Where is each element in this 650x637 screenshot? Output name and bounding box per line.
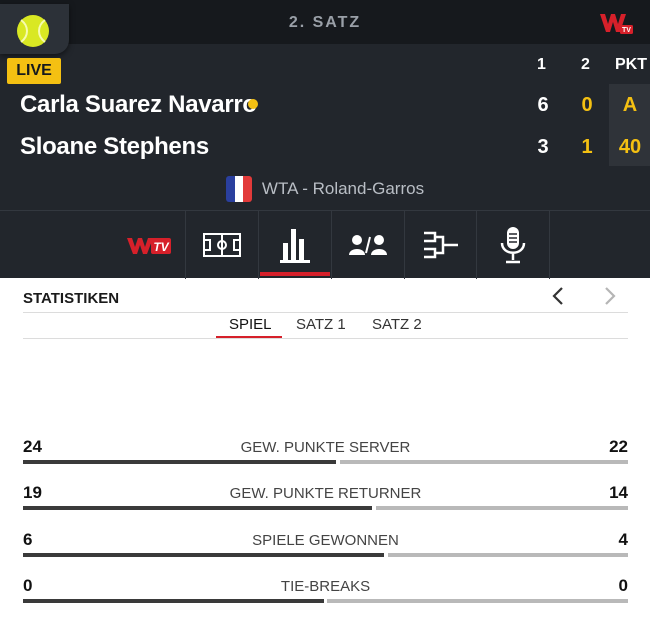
- stat-bar-player-2: [327, 599, 628, 603]
- player-2-points: 40: [618, 136, 642, 158]
- stat-label: TIE-BREAKS: [280, 578, 371, 595]
- microphone-icon: [500, 227, 525, 264]
- stat-bar-player-2: [388, 553, 628, 557]
- svg-text:TV: TV: [622, 27, 631, 34]
- col-points-header: PKT: [615, 56, 647, 73]
- col-set2-header: 2: [581, 56, 590, 73]
- scoreboard: 2. SATZ TV LIVE 1 2 PKT Carla Suarez Nav…: [0, 0, 650, 279]
- winamax-tv-icon: TV: [127, 238, 171, 254]
- svg-text:TV: TV: [153, 240, 169, 254]
- tab-draw[interactable]: [404, 211, 476, 279]
- divider: [23, 338, 628, 339]
- subtab-satz-1[interactable]: SATZ 1: [296, 316, 346, 333]
- stat-row: 19 GEW. PUNKTE RETURNER 14: [23, 483, 628, 513]
- set-title: 2. SATZ: [288, 14, 362, 31]
- player-1-set2: 0: [581, 94, 593, 116]
- stat-bar-player-1: [23, 553, 384, 557]
- serving-indicator: [248, 99, 258, 109]
- h2h-icon: [348, 235, 387, 255]
- subtab-satz-2[interactable]: SATZ 2: [372, 316, 422, 333]
- player-1-name: Carla Suarez Navarro: [20, 91, 257, 118]
- match-tabs: TV: [0, 210, 650, 279]
- chevron-right-icon[interactable]: [598, 285, 620, 307]
- player-2-set2: 1: [581, 136, 593, 158]
- top-bar: 2. SATZ TV: [0, 0, 650, 44]
- player-2-name: Sloane Stephens: [20, 133, 209, 160]
- bracket-icon: [423, 231, 458, 259]
- live-badge: LIVE: [7, 58, 61, 84]
- stat-bar-player-2: [376, 506, 628, 510]
- stats-title: STATISTIKEN: [23, 290, 120, 307]
- stat-bar-player-1: [23, 599, 324, 603]
- stat-bar-player-2: [340, 460, 628, 464]
- tab-court[interactable]: [185, 211, 257, 279]
- stat-row: 24 GEW. PUNKTE SERVER 22: [23, 437, 628, 467]
- stat-bar-player-1: [23, 460, 336, 464]
- stat-value-player-2: 22: [609, 437, 628, 456]
- tab-head-to-head[interactable]: [331, 211, 403, 279]
- tab-tv[interactable]: TV: [113, 211, 185, 279]
- tournament-name: WTA - Roland-Garros: [261, 179, 425, 198]
- bar-chart-icon: [279, 229, 310, 263]
- stat-bar-player-1: [23, 506, 372, 510]
- stat-row: 6 SPIELE GEWONNEN 4: [23, 530, 628, 560]
- stat-value-player-2: 4: [618, 530, 628, 549]
- stat-label: SPIELE GEWONNEN: [252, 532, 399, 549]
- france-flag-icon: [225, 176, 252, 202]
- tab-stats[interactable]: [258, 211, 330, 279]
- stat-value-player-2: 0: [618, 576, 628, 595]
- player-1-set1: 6: [537, 94, 549, 116]
- sport-badge: [0, 4, 69, 54]
- chevron-left-icon[interactable]: [548, 285, 570, 307]
- subtab-spiel[interactable]: SPIEL: [229, 316, 272, 333]
- player-1-points: A: [622, 94, 638, 116]
- col-set1-header: 1: [537, 56, 546, 73]
- stat-row: 0 TIE-BREAKS 0: [23, 576, 628, 606]
- tournament-info: WTA - Roland-Garros: [0, 176, 650, 202]
- tab-commentary[interactable]: [476, 211, 548, 279]
- stat-label: GEW. PUNKTE RETURNER: [229, 485, 422, 502]
- tennis-ball-icon: [17, 15, 49, 47]
- winamax-tv-logo-icon[interactable]: TV: [598, 10, 634, 36]
- tab-divider: [549, 211, 550, 279]
- active-tab-indicator: [260, 272, 330, 276]
- divider: [23, 312, 628, 313]
- court-icon: [202, 233, 241, 257]
- player-2-set1: 3: [537, 136, 549, 158]
- stat-value-player-2: 14: [609, 483, 628, 502]
- stat-label: GEW. PUNKTE SERVER: [240, 439, 411, 456]
